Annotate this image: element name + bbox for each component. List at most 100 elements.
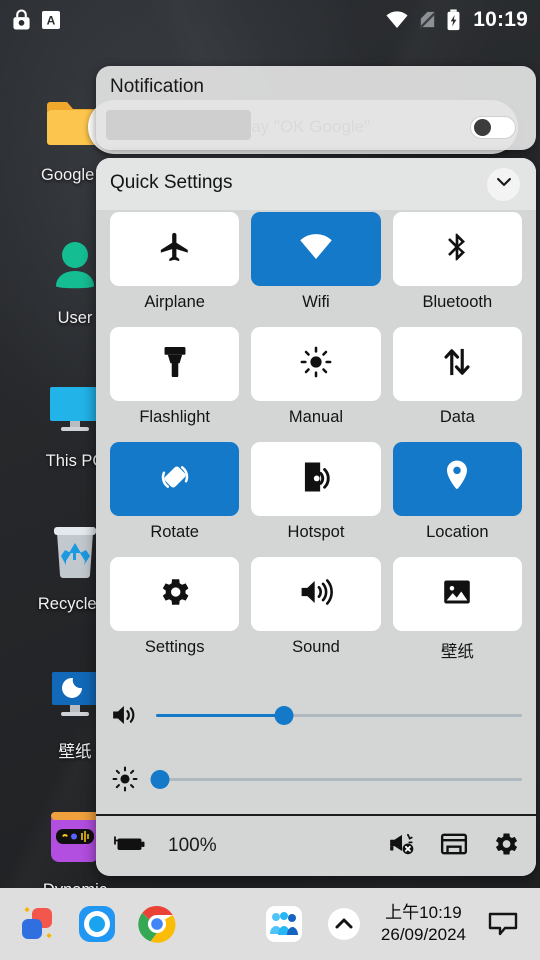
battery-charging-icon xyxy=(446,9,461,31)
status-bar-clock: 10:19 xyxy=(473,8,528,31)
taskbar-right-items: 上午10:19 26/09/2024 xyxy=(261,901,526,947)
quick-tile-wifi[interactable]: Wifi xyxy=(251,212,381,327)
quick-tile-button[interactable] xyxy=(110,327,240,401)
quick-tile-flashlight[interactable]: Flashlight xyxy=(110,327,240,442)
quick-tile-location[interactable]: Location xyxy=(392,442,522,557)
quick-tile-bluetooth[interactable]: Bluetooth xyxy=(392,212,522,327)
quick-settings-panel: Quick Settings Airplane Wifi Bluetooth F… xyxy=(96,158,536,876)
gear-icon[interactable] xyxy=(492,830,520,863)
quick-settings-header: Quick Settings xyxy=(96,158,536,210)
keyboard-input-icon: A xyxy=(41,9,61,31)
brightness-slider-row xyxy=(110,747,522,811)
volume-icon xyxy=(299,577,333,612)
quick-tile-button[interactable] xyxy=(110,442,240,516)
brightness-icon xyxy=(110,766,140,792)
contacts-icon[interactable] xyxy=(261,901,307,947)
show-hidden-icons-button[interactable] xyxy=(321,901,367,947)
auto-rotate-icon xyxy=(157,459,193,500)
quick-tile-wallpaper[interactable]: 壁纸 xyxy=(392,557,522,677)
no-sim-icon xyxy=(417,10,438,31)
quick-tile-label: Bluetooth xyxy=(422,293,493,311)
slider-fill xyxy=(156,713,285,717)
location-pin-icon xyxy=(443,459,471,500)
quick-tile-data[interactable]: Data xyxy=(392,327,522,442)
status-bar-left: A xyxy=(12,9,61,31)
battery-percent-label: 100% xyxy=(168,835,217,856)
quick-tile-label: Sound xyxy=(292,638,340,656)
volume-slider-row xyxy=(110,683,522,747)
announcement-off-icon[interactable] xyxy=(388,831,416,862)
quick-tile-label: 壁纸 xyxy=(440,643,474,661)
svg-text:A: A xyxy=(47,14,56,28)
quick-tile-label: Manual xyxy=(288,408,344,426)
brightness-icon xyxy=(300,346,332,383)
brightness-slider[interactable] xyxy=(150,768,522,790)
quick-tile-button[interactable] xyxy=(251,327,381,401)
quick-settings-collapse-button[interactable] xyxy=(487,168,520,201)
quick-tile-label: Flashlight xyxy=(139,408,210,426)
taskbar-clock-date: 26/09/2024 xyxy=(380,925,466,944)
status-bar-right: 10:19 xyxy=(385,8,528,32)
cast-window-icon[interactable] xyxy=(440,831,468,862)
quick-tile-button[interactable] xyxy=(110,557,240,631)
gear-icon xyxy=(158,575,192,614)
quick-tile-label: Airplane xyxy=(144,293,205,311)
notification-toggle[interactable] xyxy=(470,116,516,139)
quick-tile-label: Location xyxy=(426,523,489,541)
flashlight-icon xyxy=(161,345,189,384)
quick-tile-rotate[interactable]: Rotate xyxy=(110,442,240,557)
quick-settings-footer-actions xyxy=(388,830,520,863)
desktop-icon-label: 壁纸 xyxy=(58,743,92,761)
notification-placeholder-strip xyxy=(106,110,251,140)
battery-charging-icon xyxy=(112,832,148,861)
quick-tile-button[interactable] xyxy=(392,442,522,516)
quick-settings-footer: 100% xyxy=(96,814,536,876)
volume-slider[interactable] xyxy=(156,704,522,726)
image-icon xyxy=(441,576,473,613)
lock-icon xyxy=(12,9,31,31)
quick-tile-label: Hotspot xyxy=(287,523,345,541)
quick-tile-manual[interactable]: Manual xyxy=(251,327,381,442)
quick-tile-button[interactable] xyxy=(251,212,381,286)
quick-tile-settings[interactable]: Settings xyxy=(110,557,240,677)
quick-tile-button[interactable] xyxy=(251,442,381,516)
data-transfer-icon xyxy=(442,345,472,384)
airplane-icon xyxy=(158,230,192,269)
hotspot-icon xyxy=(300,459,332,500)
quick-tile-button[interactable] xyxy=(251,557,381,631)
desktop-icon-label: User xyxy=(57,309,93,327)
volume-icon xyxy=(110,703,140,727)
toggle-knob xyxy=(474,119,491,136)
quick-tile-hotspot[interactable]: Hotspot xyxy=(251,442,381,557)
taskbar-clock-time: 上午10:19 xyxy=(385,903,462,923)
quick-tile-button[interactable] xyxy=(392,212,522,286)
chrome-icon[interactable] xyxy=(134,901,180,947)
taskbar: 上午10:19 26/09/2024 xyxy=(0,888,540,960)
quick-tile-button[interactable] xyxy=(392,557,522,631)
quick-tile-button[interactable] xyxy=(392,327,522,401)
speech-bubble-icon[interactable] xyxy=(480,901,526,947)
quick-tile-label: Data xyxy=(439,408,475,426)
slider-rail xyxy=(156,777,522,781)
quick-tile-sound[interactable]: Sound xyxy=(251,557,381,677)
quick-tile-button[interactable] xyxy=(110,212,240,286)
taskbar-left-items xyxy=(14,901,180,947)
quick-tile-label: Wifi xyxy=(302,293,330,311)
quick-settings-tile-grid: Airplane Wifi Bluetooth Flashlight Manua… xyxy=(96,210,536,677)
slider-thumb[interactable] xyxy=(274,705,294,725)
quick-tile-airplane[interactable]: Airplane xyxy=(110,212,240,327)
slider-thumb[interactable] xyxy=(150,769,170,789)
notification-panel[interactable]: Notification xyxy=(96,66,536,150)
chevron-down-icon xyxy=(494,172,514,197)
start-button[interactable] xyxy=(14,901,60,947)
wifi-icon xyxy=(297,232,335,267)
bluetooth-icon xyxy=(441,230,473,269)
app-circle-icon[interactable] xyxy=(74,901,120,947)
taskbar-clock[interactable]: 上午10:19 26/09/2024 xyxy=(381,902,466,946)
quick-tile-label: Settings xyxy=(144,638,205,656)
status-bar: A 10:19 xyxy=(0,0,540,40)
quick-settings-sliders xyxy=(96,677,536,814)
quick-tile-label: Rotate xyxy=(150,523,199,541)
quick-settings-title: Quick Settings xyxy=(110,172,233,193)
notification-panel-title: Notification xyxy=(110,76,204,97)
